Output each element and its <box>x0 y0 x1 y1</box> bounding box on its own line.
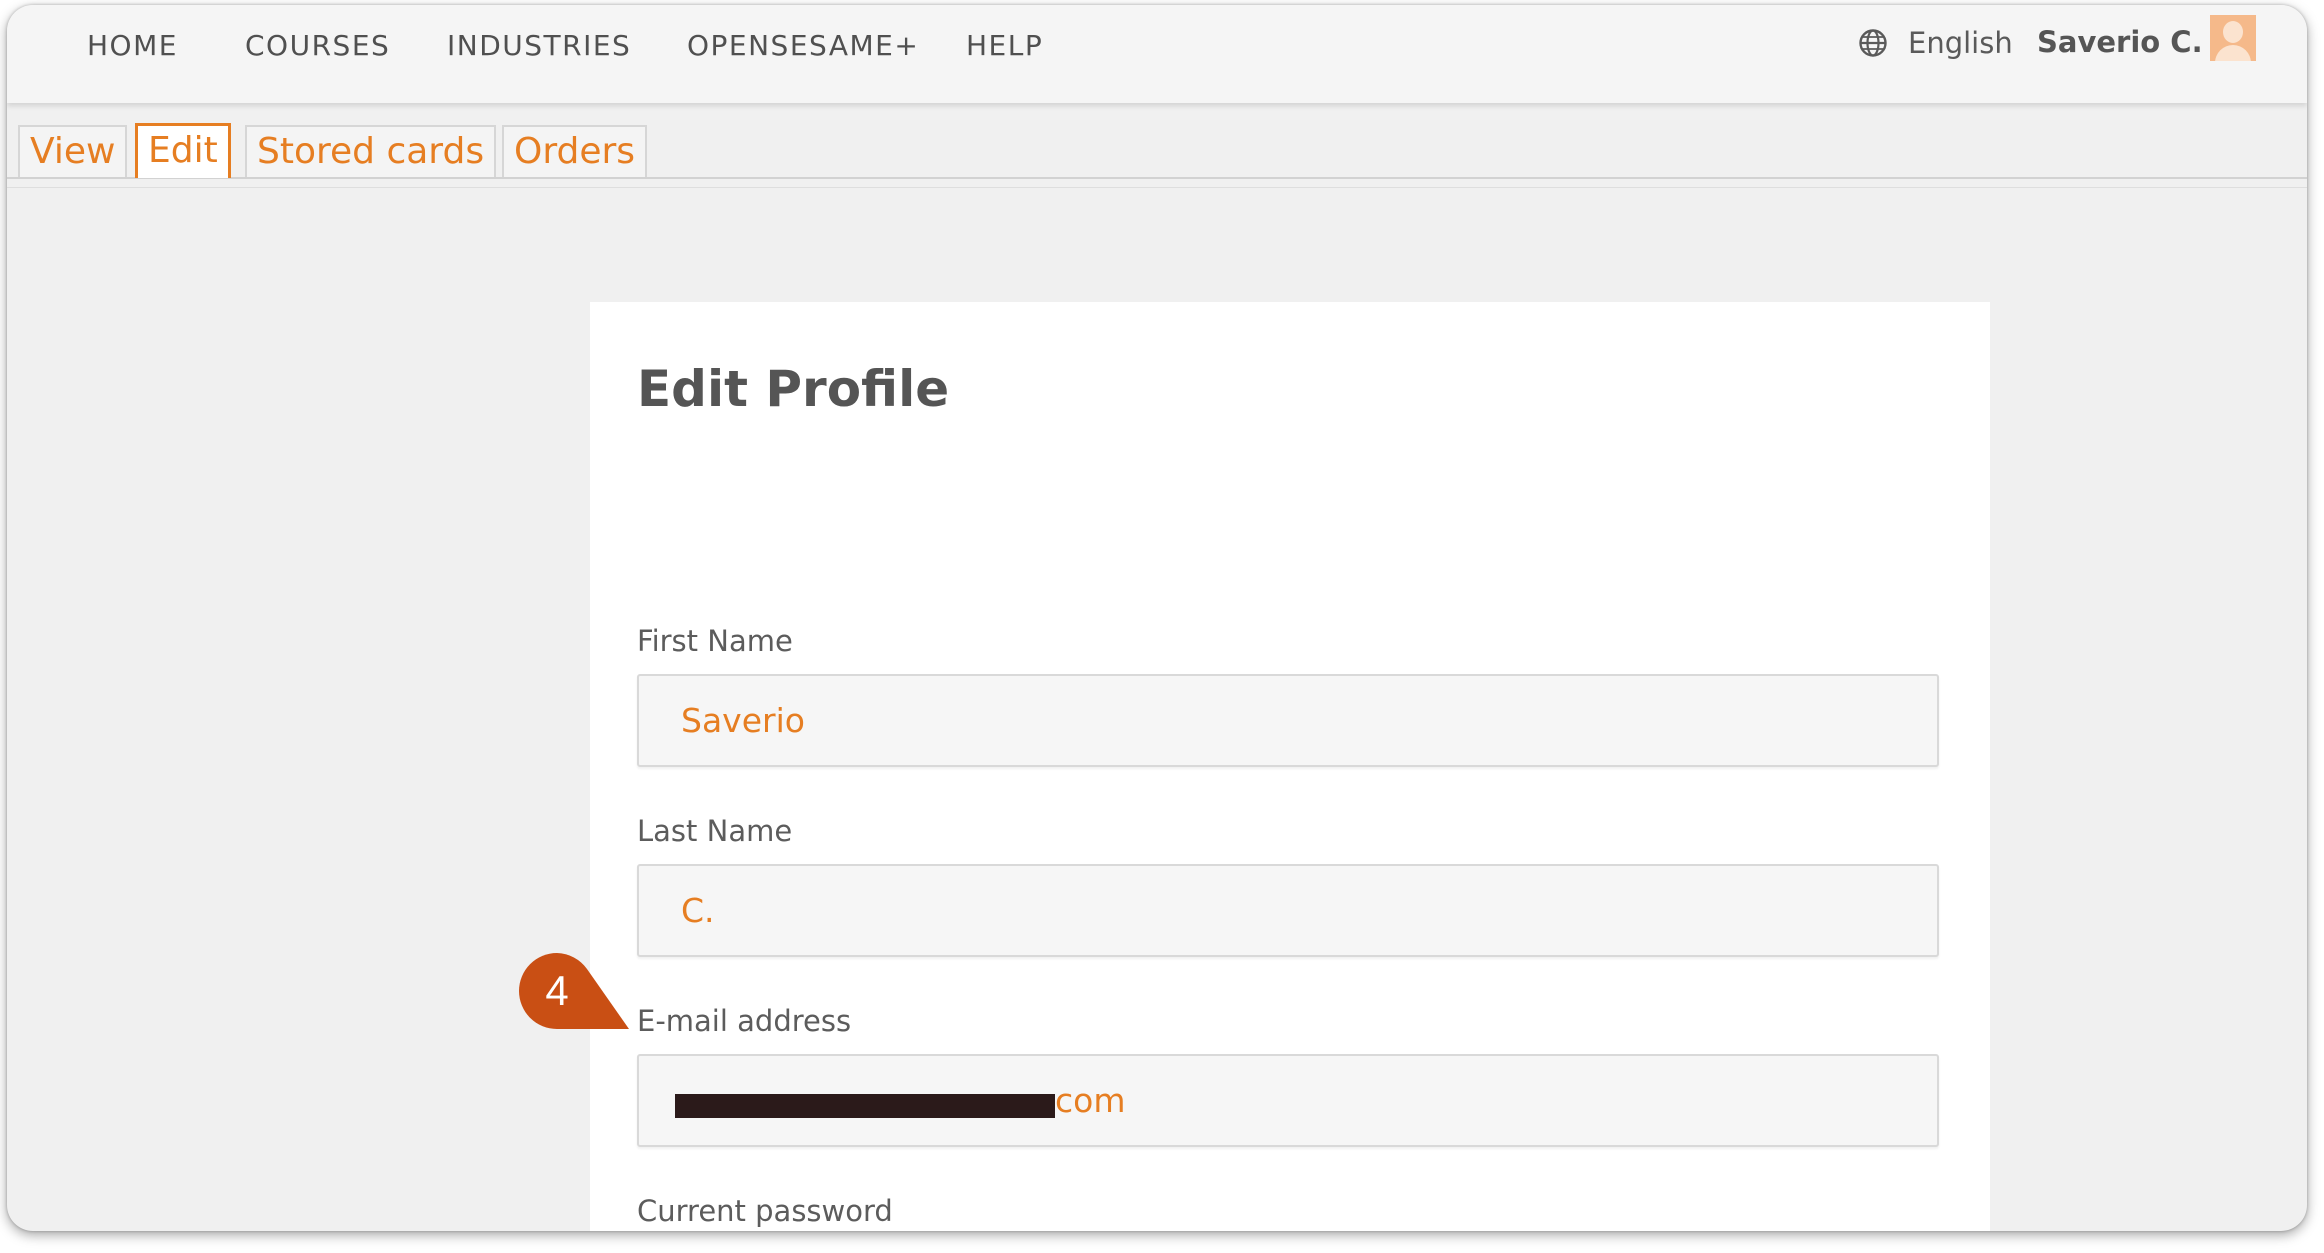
tab-view[interactable]: View <box>18 125 128 177</box>
edit-profile-card: Edit Profile First Name Saverio Last Nam… <box>590 302 1990 1231</box>
user-avatar[interactable] <box>2210 15 2256 61</box>
last-name-field[interactable]: C. <box>637 864 1939 957</box>
first-name-value: Saverio <box>681 701 805 740</box>
email-visible-value: com <box>1055 1081 1126 1120</box>
redaction-bar <box>675 1094 1055 1118</box>
last-name-label: Last Name <box>637 814 793 848</box>
email-field[interactable]: com <box>637 1054 1939 1147</box>
first-name-label: First Name <box>637 624 793 658</box>
nav-opensesame-plus-link[interactable]: OPENSESAME+ <box>687 29 919 62</box>
nav-courses-link[interactable]: COURSES <box>245 29 390 62</box>
last-name-value: C. <box>681 891 715 930</box>
tabs-divider <box>7 177 2307 179</box>
email-label: E-mail address <box>637 1004 852 1038</box>
nav-home-link[interactable]: HOME <box>87 29 178 62</box>
current-password-label: Current password <box>637 1194 893 1228</box>
nav-help-link[interactable]: HELP <box>966 29 1043 62</box>
tabs-divider-secondary <box>7 187 2307 188</box>
user-name-link[interactable]: Saverio C. <box>2037 25 2203 59</box>
tab-orders[interactable]: Orders <box>502 125 648 177</box>
tab-stored-cards[interactable]: Stored cards <box>245 125 497 177</box>
language-selector[interactable]: English <box>1858 26 2013 60</box>
page-title: Edit Profile <box>637 360 950 418</box>
language-label: English <box>1908 26 2013 60</box>
callout-number: 4 <box>545 967 569 1014</box>
profile-tabs: View Edit Stored cards Orders <box>7 103 2307 188</box>
globe-icon <box>1858 28 1888 58</box>
first-name-field[interactable]: Saverio <box>637 674 1939 767</box>
nav-industries-link[interactable]: INDUSTRIES <box>447 29 631 62</box>
browser-window: HOME COURSES INDUSTRIES OPENSESAME+ HELP… <box>7 5 2307 1231</box>
tab-edit[interactable]: Edit <box>135 123 231 178</box>
top-navigation: HOME COURSES INDUSTRIES OPENSESAME+ HELP… <box>7 5 2307 103</box>
step-callout: 4 <box>519 953 631 1029</box>
